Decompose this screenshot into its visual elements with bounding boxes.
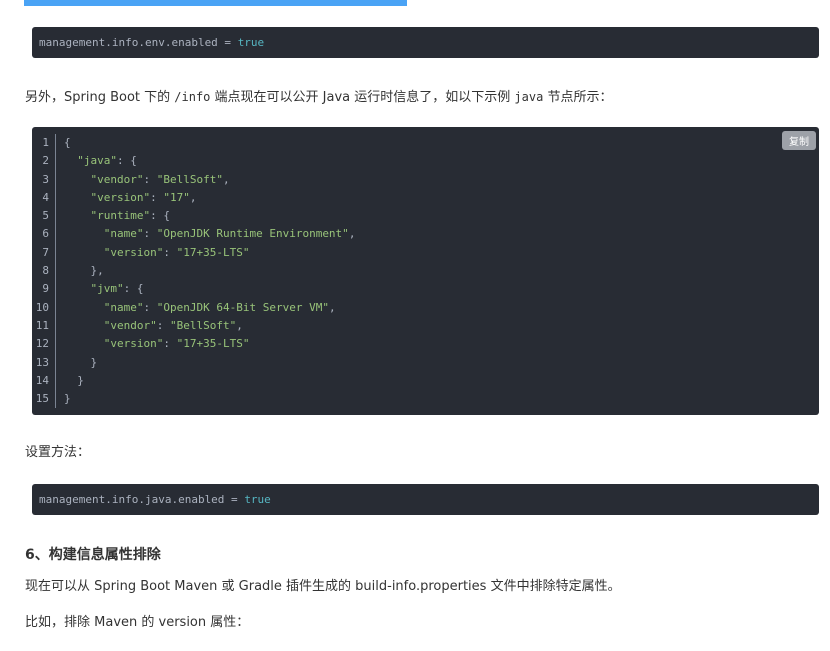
section-heading: 6、构建信息属性排除 xyxy=(25,547,161,563)
json-key: "java" xyxy=(77,154,117,168)
paragraph-setup-method: 设置方法： xyxy=(25,445,91,460)
code-block-java-info: 复制 1 2 3 4 5 6 7 8 9 10 11 12 13 14 15 { "java": { "ve… xyxy=(32,127,819,415)
paragraph-text: 节点所示： xyxy=(543,90,613,105)
line-number: 3 xyxy=(42,172,49,186)
json-string: "17+35-LTS" xyxy=(176,337,250,351)
code-line: "java": { xyxy=(77,154,137,168)
line-number: 11 xyxy=(35,318,49,332)
line-number-gutter: 1 2 3 4 5 6 7 8 9 10 11 12 13 14 15 xyxy=(32,134,56,409)
code-line: } xyxy=(77,373,84,387)
code-line: "version": "17", xyxy=(90,190,197,204)
line-number: 12 xyxy=(35,337,49,351)
line-number: 13 xyxy=(35,355,49,369)
copy-button[interactable]: 复制 xyxy=(782,131,816,150)
code-line: "version": "17+35-LTS" xyxy=(103,245,250,259)
line-number: 9 xyxy=(42,282,49,296)
selected-text-highlight xyxy=(24,0,407,6)
inline-code-info: /info xyxy=(174,90,211,104)
code-line: "jvm": { xyxy=(90,282,144,296)
json-string: "17+35-LTS" xyxy=(176,245,250,259)
json-key: "runtime" xyxy=(90,209,151,223)
code-line: }, xyxy=(90,264,104,278)
json-key: "vendor" xyxy=(90,172,144,186)
json-string: "BellSoft" xyxy=(169,318,237,332)
code-line: { xyxy=(64,136,71,149)
line-number: 14 xyxy=(35,373,49,387)
paragraph-info-endpoint: 另外，Spring Boot 下的 /info 端点现在可以公开 Java 运行… xyxy=(25,88,612,107)
code-text: management.info.env.enabled xyxy=(39,36,218,49)
code-line: "name": "OpenJDK 64-Bit Server VM", xyxy=(103,300,336,314)
json-key: "vendor" xyxy=(103,318,157,332)
code-line: "name": "OpenJDK Runtime Environment", xyxy=(103,227,356,241)
line-number: 10 xyxy=(35,300,49,314)
inline-code-java: java xyxy=(514,90,544,104)
json-key: "version" xyxy=(103,245,164,259)
code-operator: = xyxy=(217,36,238,49)
code-text: management.info.java.enabled xyxy=(39,493,225,506)
line-number: 8 xyxy=(42,264,49,278)
code-line: "runtime": { xyxy=(90,209,170,223)
json-string: "OpenJDK Runtime Environment" xyxy=(156,227,349,241)
paragraph-text: 另外，Spring Boot 下的 xyxy=(25,90,175,105)
line-number: 6 xyxy=(42,227,49,241)
json-key: "name" xyxy=(103,227,144,241)
json-key: "version" xyxy=(90,190,151,204)
code-value: true xyxy=(237,36,265,49)
line-number: 2 xyxy=(42,154,49,168)
json-key: "name" xyxy=(103,300,144,314)
code-line: "vendor": "BellSoft", xyxy=(90,172,230,186)
code-lines: { "java": { "vendor": "BellSoft", "versi… xyxy=(64,134,355,408)
paragraph-build-info: 现在可以从 Spring Boot Maven 或 Gradle 插件生成的 b… xyxy=(25,579,621,594)
paragraph-exclude-example: 比如，排除 Maven 的 version 属性： xyxy=(25,615,250,630)
json-key: "jvm" xyxy=(90,282,124,296)
code-block-env-enabled: management.info.env.enabled = true xyxy=(32,27,819,58)
line-number: 5 xyxy=(42,209,49,223)
code-line: } xyxy=(64,392,71,406)
json-string: "BellSoft" xyxy=(156,172,223,186)
line-number: 15 xyxy=(35,392,49,406)
code-line: } xyxy=(90,355,98,369)
json-key: "version" xyxy=(103,337,164,351)
code-block-java-enabled: management.info.java.enabled = true xyxy=(32,484,819,515)
paragraph-text: 端点现在可以公开 Java 运行时信息了，如以下示例 xyxy=(210,90,515,105)
line-number: 1 xyxy=(42,136,49,149)
code-value: true xyxy=(244,493,271,506)
code-line: "vendor": "BellSoft", xyxy=(103,318,243,332)
code-line: "version": "17+35-LTS" xyxy=(103,337,250,351)
code-operator: = xyxy=(224,493,245,506)
line-number: 4 xyxy=(42,190,49,204)
json-string: "OpenJDK 64-Bit Server VM" xyxy=(156,300,329,314)
line-number: 7 xyxy=(42,245,49,259)
json-string: "17" xyxy=(163,190,190,204)
